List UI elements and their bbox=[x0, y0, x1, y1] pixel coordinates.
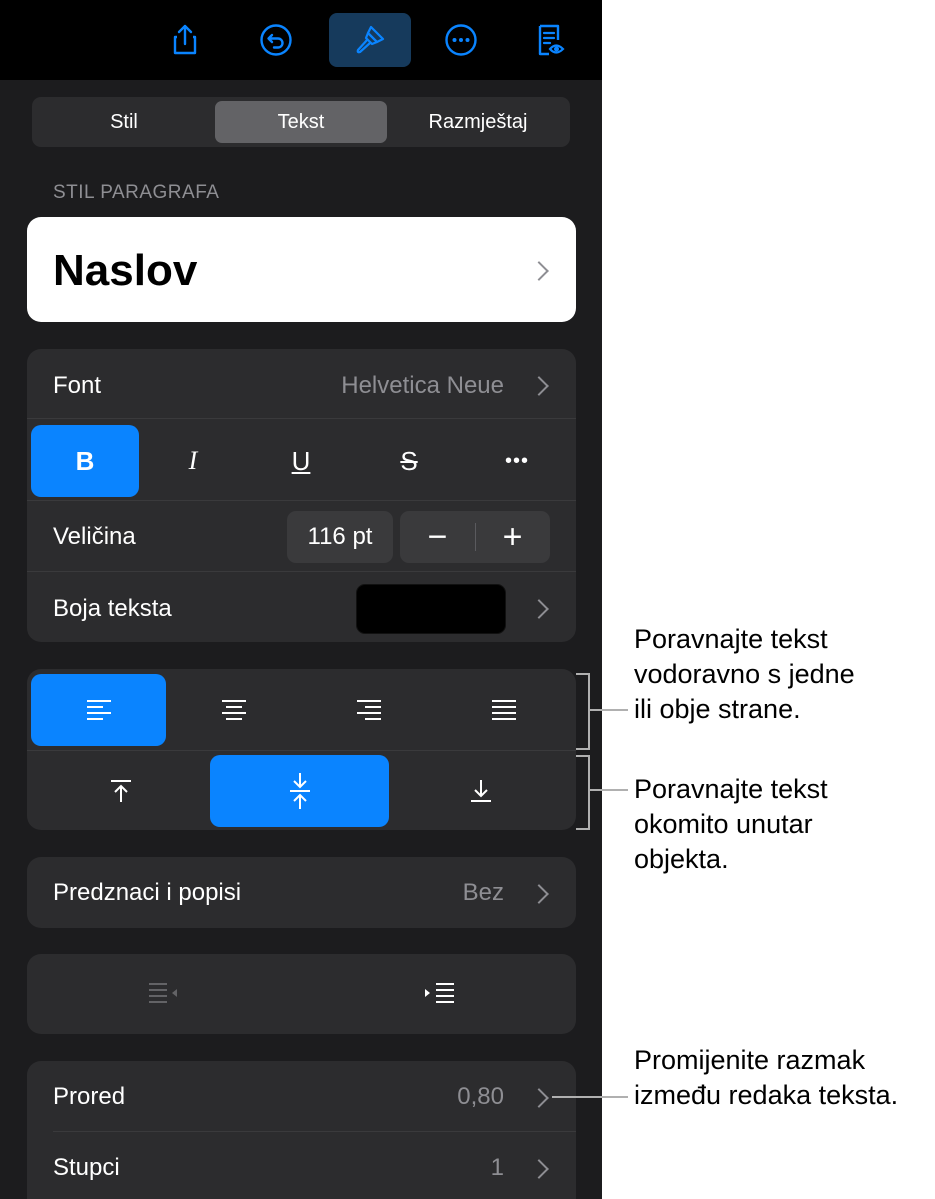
bullets-row[interactable]: Predznaci i popisi Bez bbox=[27, 857, 576, 928]
align-top-button[interactable] bbox=[31, 755, 210, 827]
spacing-group: Prored 0,80 Stupci 1 bbox=[27, 1061, 576, 1199]
justify-button[interactable] bbox=[436, 674, 571, 746]
callout-bracket bbox=[576, 673, 590, 750]
format-panel: Stil Tekst Razmještaj STIL PARAGRAFA Nas… bbox=[0, 0, 602, 1199]
indent-group bbox=[27, 954, 576, 1034]
align-bottom-button[interactable] bbox=[389, 755, 572, 827]
callout-spacing: Promijenite razmak između redaka teksta. bbox=[634, 1043, 898, 1113]
underline-button[interactable]: U bbox=[247, 425, 355, 497]
callout-text-line: Poravnajte tekst bbox=[634, 774, 828, 804]
divider bbox=[27, 571, 576, 572]
tab-razmjestaj[interactable]: Razmještaj bbox=[390, 101, 566, 143]
size-field[interactable]: 116 pt bbox=[287, 511, 393, 563]
divider bbox=[27, 418, 576, 419]
align-left-icon bbox=[86, 700, 111, 720]
alignment-group bbox=[27, 669, 576, 830]
align-bottom-icon bbox=[470, 780, 491, 802]
align-right-icon bbox=[356, 700, 381, 720]
align-right-button[interactable] bbox=[301, 674, 436, 746]
bold-button[interactable]: B bbox=[31, 425, 139, 497]
paragraph-style-value: Naslov bbox=[53, 246, 198, 295]
callout-vertical: Poravnajte tekst okomito unutar objekta. bbox=[634, 772, 828, 877]
more-icon bbox=[445, 24, 477, 56]
tab-tekst[interactable]: Tekst bbox=[215, 101, 387, 143]
bullets-value: Bez bbox=[462, 879, 504, 906]
text-color-label: Boja teksta bbox=[53, 595, 172, 622]
share-icon bbox=[173, 24, 197, 55]
format-button[interactable] bbox=[329, 13, 411, 67]
callout-text-line: Promijenite razmak bbox=[634, 1045, 866, 1075]
reader-view-button[interactable] bbox=[509, 13, 591, 67]
callout-line bbox=[590, 709, 628, 711]
chevron-right-icon bbox=[529, 1088, 549, 1108]
undo-icon bbox=[260, 24, 292, 56]
size-label: Veličina bbox=[53, 523, 136, 550]
justify-icon bbox=[491, 700, 516, 720]
undo-button[interactable] bbox=[235, 13, 317, 67]
text-color-swatch[interactable] bbox=[356, 584, 506, 634]
italic-button[interactable]: I bbox=[139, 425, 247, 497]
paintbrush-icon bbox=[356, 25, 385, 54]
toolbar bbox=[0, 0, 602, 80]
font-label: Font bbox=[53, 372, 102, 399]
callout-line bbox=[590, 789, 628, 791]
chevron-right-icon bbox=[529, 376, 549, 396]
reader-view-icon bbox=[538, 24, 565, 56]
bullets-label: Predznaci i popisi bbox=[53, 879, 242, 906]
callout-text-line: između redaka teksta. bbox=[634, 1080, 899, 1110]
chevron-right-icon bbox=[529, 1159, 549, 1179]
align-left-button[interactable] bbox=[31, 674, 166, 746]
font-value[interactable]: Helvetica Neue bbox=[341, 372, 504, 400]
align-middle-button[interactable] bbox=[210, 755, 389, 827]
line-spacing-label: Prored bbox=[53, 1083, 126, 1110]
decrease-indent-icon bbox=[149, 983, 177, 1003]
align-top-icon bbox=[110, 780, 131, 802]
paragraph-style-row[interactable]: Naslov bbox=[27, 217, 576, 322]
align-center-button[interactable] bbox=[166, 674, 301, 746]
callout-line bbox=[552, 1096, 628, 1098]
size-increase-button[interactable]: + bbox=[475, 511, 550, 563]
more-button[interactable] bbox=[420, 13, 502, 67]
chevron-right-icon bbox=[529, 599, 549, 619]
size-decrease-button[interactable]: − bbox=[400, 511, 475, 563]
line-spacing-value[interactable]: 0,80 bbox=[457, 1083, 504, 1111]
callout-text-line: vodoravno s jedne bbox=[634, 659, 855, 689]
chevron-right-icon bbox=[529, 261, 549, 281]
strikethrough-button[interactable]: S bbox=[355, 425, 463, 497]
decrease-indent-button[interactable] bbox=[27, 954, 301, 1034]
size-stepper: − + bbox=[400, 511, 550, 563]
callout-text-line: Poravnajte tekst bbox=[634, 624, 828, 654]
increase-indent-icon bbox=[424, 983, 454, 1003]
columns-label: Stupci bbox=[53, 1154, 120, 1181]
divider bbox=[53, 1131, 576, 1132]
callout-text-line: objekta. bbox=[634, 844, 729, 874]
callout-text-line: ili obje strane. bbox=[634, 694, 801, 724]
callout-horizontal: Poravnajte tekst vodoravno s jedne ili o… bbox=[634, 622, 855, 727]
share-button[interactable] bbox=[144, 13, 226, 67]
callout-bracket bbox=[576, 755, 590, 830]
columns-value[interactable]: 1 bbox=[491, 1154, 504, 1182]
paragraph-style-label: STIL PARAGRAFA bbox=[53, 182, 220, 203]
font-group: Font Helvetica Neue B I U S ••• Veličina… bbox=[27, 349, 576, 642]
align-center-icon bbox=[221, 700, 246, 720]
tab-bar: Stil Tekst Razmještaj bbox=[32, 97, 570, 147]
tab-stil[interactable]: Stil bbox=[36, 101, 212, 143]
callout-text-line: okomito unutar bbox=[634, 809, 813, 839]
more-text-options-button[interactable]: ••• bbox=[463, 425, 571, 497]
chevron-right-icon bbox=[529, 884, 549, 904]
align-middle-icon bbox=[289, 773, 310, 809]
divider bbox=[27, 500, 576, 501]
divider bbox=[27, 750, 576, 751]
increase-indent-button[interactable] bbox=[301, 954, 576, 1034]
